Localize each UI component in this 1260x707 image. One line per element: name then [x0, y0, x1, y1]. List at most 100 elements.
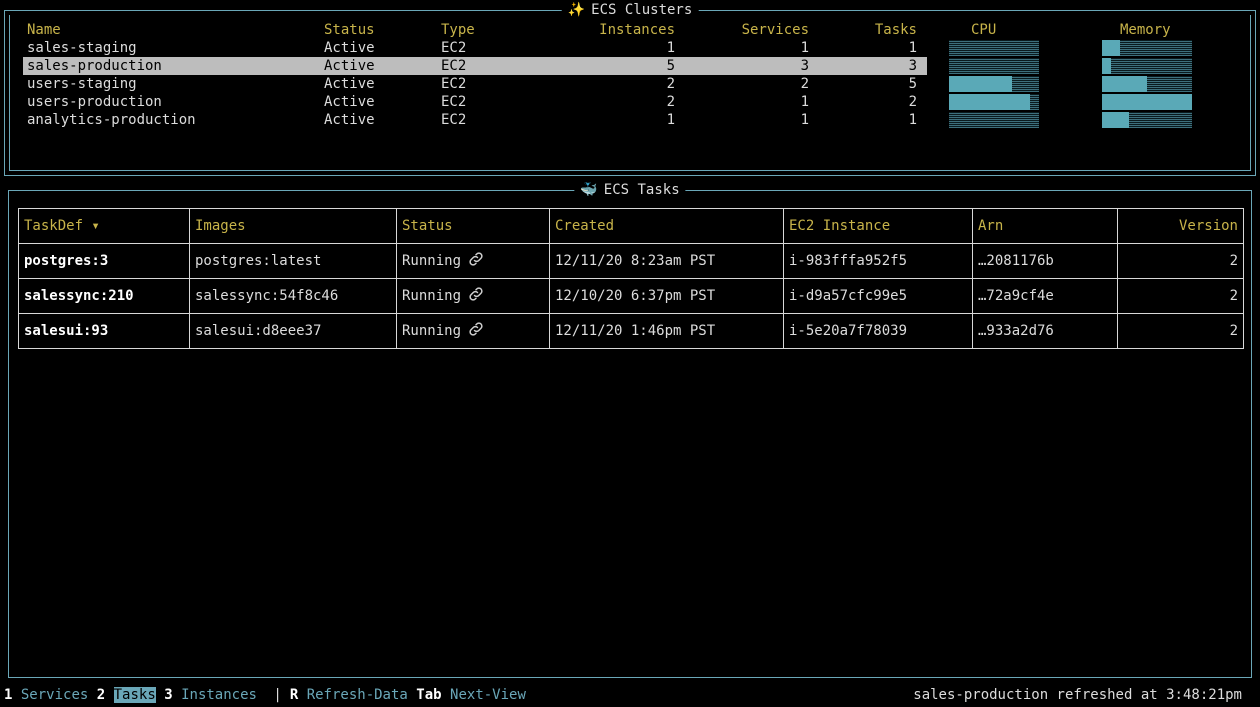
task-image: salesui:d8eee37 [195, 323, 322, 339]
cluster-row[interactable]: sales-production Active EC2 5 3 3 [23, 57, 927, 75]
task-created-cell: 12/11/20 1:46pm PST [549, 313, 784, 349]
key-2: 2 [96, 687, 106, 703]
cpu-gauge [949, 112, 1039, 128]
task-status-cell: Running [396, 313, 550, 349]
link-icon[interactable] [467, 285, 485, 307]
next-view-action[interactable]: Next-View [450, 687, 526, 703]
memory-gauge-fill [1102, 58, 1111, 74]
header-version[interactable]: Version [1117, 208, 1244, 244]
header-created[interactable]: Created [549, 208, 784, 244]
memory-gauge [1102, 40, 1192, 56]
task-arn-cell: …933a2d76 [972, 313, 1118, 349]
cluster-status: Active [324, 94, 375, 110]
header-taskdef[interactable]: TaskDef ▾ [18, 208, 190, 244]
key-tab: Tab [416, 687, 442, 703]
table-row[interactable]: salesui:93 salesui:d8eee37 Running 12/11/20… [18, 313, 1244, 349]
tasks-panel: 🐳 ECS Tasks TaskDef ▾ Images Status Creat… [8, 181, 1252, 678]
link-icon[interactable] [467, 320, 485, 342]
cluster-row[interactable]: sales-staging Active EC2 1 1 1 [23, 39, 927, 57]
task-version-cell: 2 [1117, 313, 1244, 349]
task-ec2-instance: i-983fffa952f5 [789, 253, 908, 269]
header-ec2-instance[interactable]: EC2 Instance [783, 208, 973, 244]
cluster-name: users-production [27, 94, 162, 110]
whale-icon: 🐳 [580, 182, 598, 198]
cluster-instances: 1 [666, 112, 675, 128]
header-arn[interactable]: Arn [972, 208, 1118, 244]
cluster-services: 2 [800, 76, 809, 92]
cluster-tasks: 5 [908, 76, 917, 92]
memory-gauge-fill [1102, 40, 1120, 56]
task-arn-cell: …2081176b [972, 243, 1118, 279]
tasks-title-text: ECS Tasks [603, 182, 680, 198]
cluster-status: Active [324, 40, 375, 56]
nav-tasks[interactable]: Tasks [113, 687, 156, 703]
cpu-gauge [949, 94, 1039, 110]
cluster-type: EC2 [441, 112, 467, 128]
cluster-row[interactable]: users-staging Active EC2 2 2 5 [23, 75, 927, 93]
cluster-row[interactable]: analytics-production Active EC2 1 1 1 [23, 111, 927, 129]
task-status-cell: Running [396, 243, 550, 279]
refresh-data-action[interactable]: Refresh-Data [307, 687, 408, 703]
header-services[interactable]: Services [742, 21, 809, 39]
key-r: R [289, 687, 299, 703]
header-memory[interactable]: Memory [1120, 21, 1171, 39]
header-cpu[interactable]: CPU [971, 21, 996, 39]
header-type[interactable]: Type [441, 21, 475, 39]
tasks-table: TaskDef ▾ Images Status Created EC2 Inst… [18, 208, 1244, 349]
header-instances[interactable]: Instances [599, 21, 675, 39]
header-tasks[interactable]: Tasks [875, 21, 917, 39]
tasks-panel-title: 🐳 ECS Tasks [574, 181, 686, 199]
key-1: 1 [4, 687, 13, 703]
nav-services[interactable]: Services [21, 687, 88, 703]
cluster-type: EC2 [441, 58, 467, 74]
cluster-status: Active [324, 76, 375, 92]
cluster-services: 3 [800, 58, 809, 74]
task-status: Running [402, 323, 462, 339]
task-status: Running [402, 253, 462, 269]
cluster-name: sales-production [27, 58, 162, 74]
task-version-cell: 2 [1117, 278, 1244, 314]
clusters-panel-title: ✨ ECS Clusters [561, 1, 699, 19]
task-image: salessync:54f8c46 [195, 288, 339, 304]
table-row[interactable]: postgres:3 postgres:latest Running 12/11/20… [18, 243, 1244, 279]
sparkles-icon: ✨ [567, 2, 586, 18]
header-images[interactable]: Images [189, 208, 397, 244]
cluster-instances: 2 [666, 94, 675, 110]
task-taskdef-cell: salesui:93 [18, 313, 190, 349]
task-created-cell: 12/11/20 8:23am PST [549, 243, 784, 279]
header-name[interactable]: Name [27, 21, 61, 39]
cluster-instances: 5 [666, 58, 675, 74]
task-ec2-instance-cell: i-5e20a7f78039 [783, 313, 973, 349]
cpu-gauge-fill [949, 94, 1030, 110]
task-status-cell: Running [396, 278, 550, 314]
status-message: sales-production refreshed at 3:48:21pm [913, 687, 1242, 703]
task-taskdef-cell: postgres:3 [18, 243, 190, 279]
link-icon[interactable] [467, 250, 485, 272]
cluster-row[interactable]: users-production Active EC2 2 1 2 [23, 93, 927, 111]
tasks-table-body: postgres:3 postgres:latest Running 12/11/20… [18, 243, 1244, 349]
clusters-title-text: ECS Clusters [591, 2, 693, 18]
cpu-gauge [949, 40, 1039, 56]
footer-separator: | [273, 687, 282, 703]
cluster-tasks: 1 [908, 40, 917, 56]
cluster-tasks: 1 [908, 112, 917, 128]
task-status: Running [402, 288, 462, 304]
header-status[interactable]: Status [324, 21, 375, 39]
header-task-status[interactable]: Status [396, 208, 550, 244]
task-version-cell: 2 [1117, 243, 1244, 279]
memory-gauge [1102, 76, 1192, 92]
task-version: 2 [1229, 288, 1238, 304]
cluster-type: EC2 [441, 40, 467, 56]
task-arn: …72a9cf4e [978, 288, 1054, 304]
memory-gauge-fill [1102, 76, 1147, 92]
memory-gauge [1102, 58, 1192, 74]
table-row[interactable]: salessync:210 salessync:54f8c46 Running 12/… [18, 278, 1244, 314]
task-ec2-instance: i-5e20a7f78039 [789, 323, 908, 339]
cluster-type: EC2 [441, 76, 467, 92]
task-taskdef-cell: salessync:210 [18, 278, 190, 314]
task-arn-cell: …72a9cf4e [972, 278, 1118, 314]
task-created-cell: 12/10/20 6:37pm PST [549, 278, 784, 314]
task-image-cell: salesui:d8eee37 [189, 313, 397, 349]
nav-instances[interactable]: Instances [181, 687, 257, 703]
cpu-gauge-fill [949, 76, 1012, 92]
